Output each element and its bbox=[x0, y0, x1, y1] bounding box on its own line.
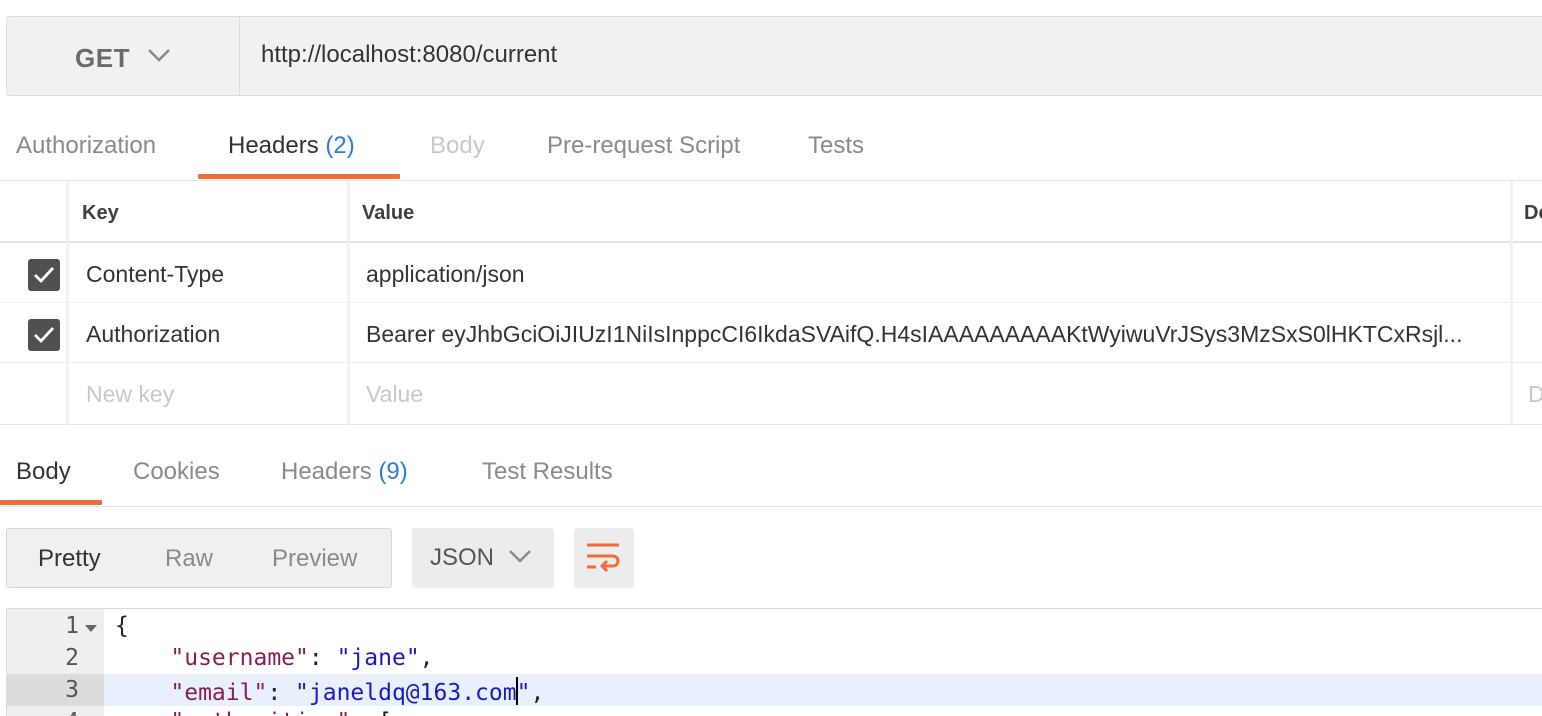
method-select[interactable]: GET bbox=[7, 17, 240, 95]
chevron-down-icon bbox=[148, 49, 170, 62]
tab-label: Body bbox=[16, 458, 71, 485]
code-line: "email": "janeldq@163.com", bbox=[115, 677, 544, 706]
column-divider[interactable] bbox=[66, 181, 69, 425]
new-value-input[interactable]: Value bbox=[366, 381, 423, 408]
view-raw-button[interactable]: Raw bbox=[165, 545, 213, 573]
column-header-value: Value bbox=[362, 202, 415, 224]
tab-pre-request-script[interactable]: Pre-request Script bbox=[547, 132, 740, 160]
url-input[interactable]: http://localhost:8080/current bbox=[261, 41, 557, 69]
view-pretty-button[interactable]: Pretty bbox=[38, 545, 101, 573]
json-comma: , bbox=[530, 680, 545, 706]
json-string: "jane" bbox=[336, 645, 420, 671]
header-value-cell[interactable]: Bearer eyJhbGciOiJIUzI1NiIsInppcCI6IkdaS… bbox=[366, 321, 1490, 348]
format-select[interactable]: JSON bbox=[412, 528, 554, 588]
tab-response-cookies[interactable]: Cookies bbox=[133, 458, 220, 486]
tab-response-headers[interactable]: Headers (9) bbox=[281, 458, 408, 486]
fold-arrow-icon[interactable] bbox=[85, 625, 97, 633]
code-line: "authorities": [ bbox=[115, 709, 392, 716]
table-header-row: Key Value De bbox=[0, 181, 1542, 243]
line-number: 4 bbox=[7, 709, 79, 716]
tab-label: Headers bbox=[228, 132, 319, 159]
code-line: "username": "jane", bbox=[115, 645, 434, 671]
header-key-cell[interactable]: Authorization bbox=[86, 321, 220, 348]
code-line: { bbox=[115, 613, 129, 639]
wrap-lines-icon bbox=[587, 543, 620, 573]
tab-response-body[interactable]: Body bbox=[16, 458, 71, 486]
row-enabled-checkbox[interactable] bbox=[28, 259, 60, 291]
tab-label: Pre-request Script bbox=[547, 132, 741, 159]
json-comma: , bbox=[419, 645, 434, 671]
tab-test-results[interactable]: Test Results bbox=[482, 458, 613, 486]
tab-label: Headers bbox=[281, 458, 372, 485]
tab-label: Tests bbox=[808, 132, 865, 159]
check-icon bbox=[34, 267, 55, 284]
chevron-down-icon bbox=[509, 550, 531, 563]
view-mode-toggle: Pretty Raw Preview bbox=[6, 528, 392, 588]
method-label: GET bbox=[75, 43, 130, 73]
row-enabled-checkbox[interactable] bbox=[28, 319, 60, 351]
view-preview-button[interactable]: Preview bbox=[272, 545, 357, 573]
response-tabs: Body Cookies Headers (9) Test Results bbox=[0, 425, 1542, 507]
column-divider[interactable] bbox=[347, 181, 350, 425]
request-tabs: Authorization Headers (2) Body Pre-reque… bbox=[0, 96, 1542, 181]
response-headers-count-badge: (9) bbox=[378, 458, 408, 485]
tab-label: Test Results bbox=[482, 458, 613, 485]
tab-label: Body bbox=[430, 132, 485, 159]
tab-tests[interactable]: Tests bbox=[808, 132, 864, 160]
header-key-cell[interactable]: Content-Type bbox=[86, 261, 224, 288]
json-key: "username" bbox=[170, 645, 309, 671]
new-header-row: New key Value D bbox=[0, 363, 1542, 425]
headers-table: Key Value De Content-Type application/js… bbox=[0, 181, 1542, 425]
line-number: 3 bbox=[65, 677, 79, 703]
header-value-cell[interactable]: application/json bbox=[366, 261, 525, 288]
table-row: Content-Type application/json bbox=[0, 243, 1542, 303]
active-tab-indicator bbox=[0, 500, 102, 505]
json-bracket: [ bbox=[378, 709, 392, 716]
new-description-input[interactable]: D bbox=[1528, 381, 1542, 408]
request-bar: GET http://localhost:8080/current bbox=[6, 16, 1542, 96]
json-string-end: " bbox=[516, 680, 531, 706]
response-body-editor[interactable]: 1 2 3 4 { "username": "jane", "email": "… bbox=[6, 608, 1542, 716]
json-string: "janeldq@163.com bbox=[295, 680, 517, 706]
format-label: JSON bbox=[430, 544, 495, 571]
check-icon bbox=[34, 327, 55, 344]
tab-body[interactable]: Body bbox=[430, 132, 485, 160]
wrap-lines-button[interactable] bbox=[574, 528, 634, 588]
line-number: 2 bbox=[65, 645, 79, 671]
new-key-input[interactable]: New key bbox=[86, 381, 174, 408]
json-separator: : bbox=[267, 680, 296, 706]
tab-label: Authorization bbox=[16, 132, 157, 159]
tab-label: Cookies bbox=[133, 458, 220, 485]
json-separator: : bbox=[308, 645, 337, 671]
json-key: "authorities" bbox=[170, 709, 350, 716]
column-header-description: De bbox=[1524, 202, 1542, 224]
table-row: Authorization Bearer eyJhbGciOiJIUzI1NiI… bbox=[0, 303, 1542, 363]
column-header-key: Key bbox=[82, 202, 119, 224]
tab-authorization[interactable]: Authorization bbox=[16, 132, 156, 160]
line-number: 1 bbox=[65, 613, 79, 639]
headers-count-badge: (2) bbox=[325, 132, 355, 159]
json-separator: : bbox=[350, 709, 378, 716]
tab-headers[interactable]: Headers (2) bbox=[228, 132, 355, 160]
column-divider[interactable] bbox=[1510, 181, 1513, 425]
json-key: "email" bbox=[170, 680, 268, 706]
active-tab-indicator bbox=[198, 174, 400, 179]
